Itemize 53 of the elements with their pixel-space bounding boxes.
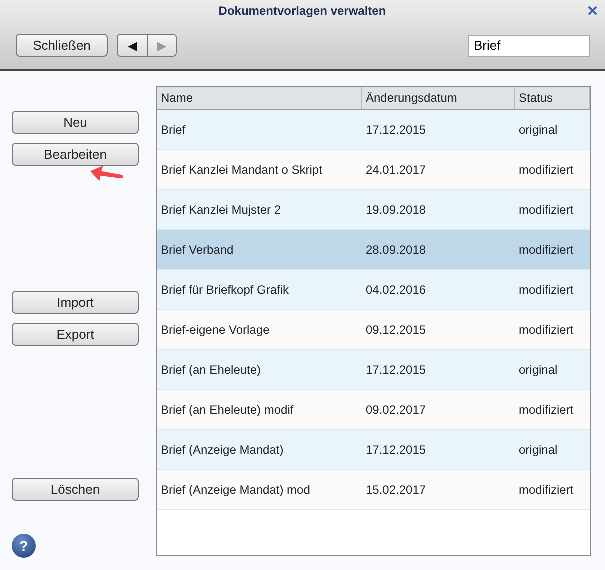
table-cell-text: 19.09.2018 [365, 202, 428, 216]
search-field[interactable]: Brief [468, 34, 590, 56]
table-cell-text: Brief (an Eheleute) [160, 362, 262, 376]
table-row[interactable]: Brief Kanzlei Mandant o Skript 24.01.2017 modifiziert [157, 150, 590, 190]
table-cell-text: modifiziert [518, 162, 575, 176]
table-row[interactable]: Brief Kanzlei Mujster 2 19.09.2018 modifiziert [157, 190, 590, 230]
close-button[interactable]: Schließen [16, 34, 108, 57]
table-cell-text: original [518, 442, 559, 456]
table-row[interactable]: Brief Verband 28.09.2018 modifiziert [157, 230, 590, 270]
action-button[interactable]: Bearbeiten [12, 143, 139, 166]
column-header[interactable]: Änderungsdatum [362, 87, 515, 109]
table-row[interactable]: Brief für Briefkopf Grafik 04.02.2016 modifiziert [157, 270, 590, 310]
table-cell-text: modifiziert [518, 202, 575, 216]
table-cell-text: 24.01.2017 [365, 162, 428, 176]
table-cell-text: Brief (an Eheleute) modif [160, 402, 295, 416]
table-cell-text: original [518, 362, 559, 376]
table-cell-text: 09.02.2017 [365, 402, 428, 416]
table-cell-text: 09.12.2015 [365, 322, 428, 336]
action-button[interactable]: Export [12, 323, 139, 346]
table-cell-text: Brief (Anzeige Mandat) mod [160, 482, 312, 496]
table-cell-text: 17.12.2015 [365, 362, 428, 376]
table-row[interactable]: Brief (an Eheleute) 17.12.2015 original [157, 350, 590, 390]
table-cell-text: Brief Kanzlei Mandant o Skript [160, 162, 324, 176]
table-cell-text: modifiziert [518, 322, 575, 336]
table-cell-text: Brief (Anzeige Mandat) [160, 442, 285, 456]
table-row[interactable]: Brief 17.12.2015 original [157, 110, 590, 150]
table-cell-text: Brief Kanzlei Mujster 2 [160, 202, 282, 216]
table-row[interactable]: Brief-eigene Vorlage 09.12.2015 modifiziert [157, 310, 590, 350]
table-row[interactable]: Brief (Anzeige Mandat) 17.12.2015 original [157, 430, 590, 470]
table-row[interactable]: Brief (Anzeige Mandat) mod 15.02.2017 modifiziert [157, 470, 590, 510]
table-cell-text: Brief [160, 122, 187, 136]
table-cell-text: modifiziert [518, 402, 575, 416]
action-button[interactable]: Löschen [12, 478, 139, 501]
table-cell-text: original [518, 122, 559, 136]
table-cell-text: modifiziert [518, 242, 575, 256]
table-cell-text: 04.02.2016 [365, 282, 428, 296]
column-header[interactable]: Name [157, 87, 362, 109]
action-button[interactable]: Neu [12, 111, 139, 134]
window-title: Dokumentvorlagen verwalten [218, 4, 386, 18]
column-header[interactable]: Status [515, 87, 590, 109]
table-cell-text: 17.12.2015 [365, 122, 428, 136]
table-cell-text: 15.02.2017 [365, 482, 428, 496]
table-cell-text: modifiziert [518, 282, 575, 296]
help-icon[interactable]: ? [12, 534, 36, 558]
table-cell-text: Brief für Briefkopf Grafik [160, 282, 290, 296]
table-row[interactable]: Brief (an Eheleute) modif 09.02.2017 modifiziert [157, 390, 590, 430]
table-cell-text: Brief Verband [160, 242, 235, 256]
back-button[interactable]: ◀ [118, 35, 147, 56]
action-button[interactable]: Import [12, 291, 139, 314]
table-cell-text: modifiziert [518, 482, 575, 496]
table-cell-text: 17.12.2015 [365, 442, 428, 456]
table-cell-text: Brief-eigene Vorlage [160, 322, 271, 336]
table-cell-text: 28.09.2018 [365, 242, 428, 256]
